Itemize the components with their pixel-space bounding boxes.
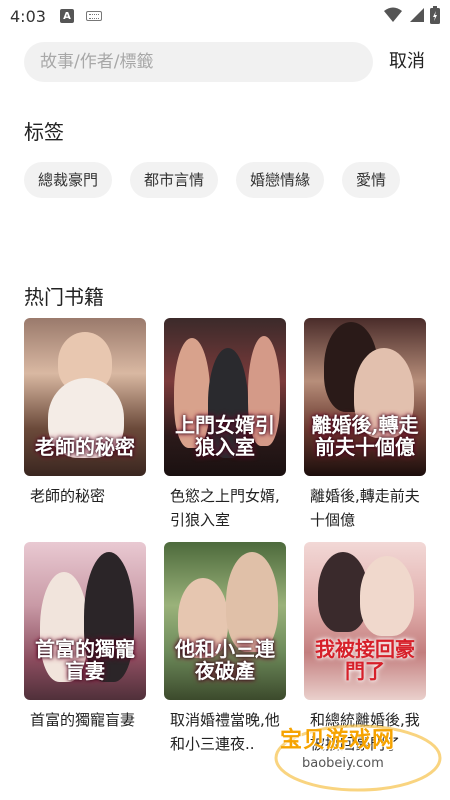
book-cover[interactable]: 老師的秘密 (24, 318, 146, 476)
watermark-url: baobeiy.com (302, 756, 384, 771)
watermark-text: 宝贝游戏网 (280, 728, 396, 753)
status-bar: 4:03 A (0, 0, 450, 32)
book-title[interactable]: 首富的獨寵盲妻 (24, 708, 146, 756)
keyboard-icon (85, 11, 102, 21)
tag-chip[interactable]: 愛情 (342, 162, 401, 198)
cancel-button[interactable]: 取消 (389, 42, 425, 82)
book-cover-title: 老師的秘密 (35, 435, 135, 459)
tag-chip[interactable]: 都市言情 (130, 162, 219, 198)
status-time: 4:03 (10, 6, 46, 26)
book-card[interactable]: 老師的秘密 老師的秘密 (24, 318, 146, 532)
hot-books-section-title: 热门书籍 (24, 285, 104, 309)
book-card[interactable]: 首富的獨寵盲妻 首富的獨寵盲妻 (24, 542, 146, 756)
book-cover-title: 首富的獨寵盲妻 (35, 637, 135, 683)
status-icons (384, 6, 440, 24)
book-cover[interactable]: 上門女婿引狼入室 (164, 318, 286, 476)
book-cover[interactable]: 他和小三連夜破產 (164, 542, 286, 700)
book-cover[interactable]: 我被接回豪門了 (304, 542, 426, 700)
book-card[interactable]: 上門女婿引狼入室 色慾之上門女婿,引狼入室 (164, 318, 286, 532)
search-input[interactable] (24, 42, 373, 82)
book-cover-title: 我被接回豪門了 (315, 637, 415, 683)
book-card[interactable]: 離婚後,轉走前夫十個億 離婚後,轉走前夫十個億 (304, 318, 426, 532)
tag-list: 總裁豪門 都市言情 婚戀情緣 愛情 (24, 162, 434, 198)
book-cover[interactable]: 首富的獨寵盲妻 (24, 542, 146, 700)
tag-chip[interactable]: 婚戀情緣 (236, 162, 325, 198)
book-cover-title: 他和小三連夜破產 (175, 637, 275, 683)
tag-chip[interactable]: 總裁豪門 (24, 162, 113, 198)
book-grid: 老師的秘密 老師的秘密 上門女婿引狼入室 色慾之上門女婿,引狼入室 離婚後,轉走… (24, 318, 428, 756)
search-bar: 取消 (24, 42, 434, 82)
tags-section-title: 标签 (24, 120, 64, 144)
wifi-icon (384, 7, 402, 22)
book-cover-title: 離婚後,轉走前夫十個億 (311, 413, 419, 459)
book-cover-title: 上門女婿引狼入室 (175, 413, 275, 459)
book-title[interactable]: 色慾之上門女婿,引狼入室 (164, 484, 286, 532)
signal-icon (410, 8, 424, 22)
notification-app-icon: A (59, 9, 74, 23)
book-title[interactable]: 離婚後,轉走前夫十個億 (304, 484, 426, 532)
book-cover[interactable]: 離婚後,轉走前夫十個億 (304, 318, 426, 476)
site-watermark: 宝贝游戏网 baobeiy.com (268, 712, 450, 800)
battery-icon (430, 6, 440, 24)
book-title[interactable]: 老師的秘密 (24, 484, 146, 532)
